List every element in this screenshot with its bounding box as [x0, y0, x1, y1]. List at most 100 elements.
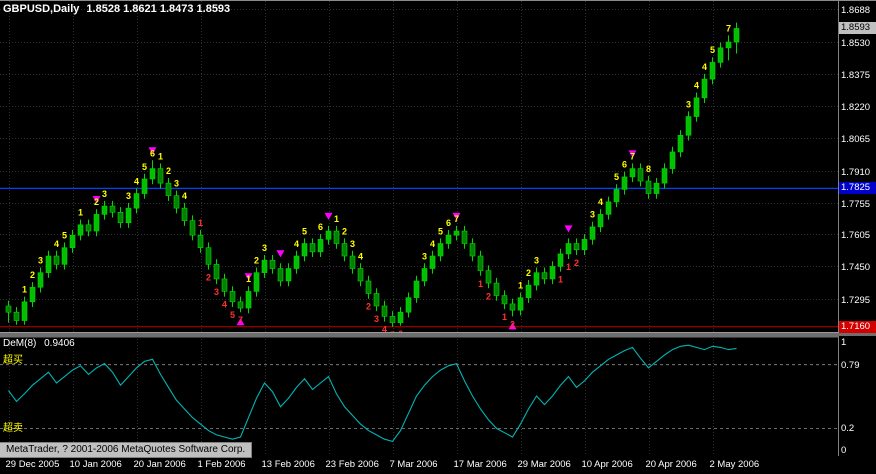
candle [542, 267, 547, 284]
candle-body [486, 271, 491, 283]
date-label: 10 Apr 2006 [582, 459, 633, 470]
date-label: 10 Jan 2006 [70, 459, 122, 470]
candle-body [190, 221, 195, 236]
candle-body [502, 296, 507, 304]
sell-arrow-icon [277, 250, 285, 257]
date-label: 29 Dec 2005 [6, 459, 60, 470]
candle [326, 226, 331, 245]
count-annotation: 3 [686, 99, 691, 109]
count-annotation: 7 [238, 315, 243, 325]
candle-body [614, 189, 619, 201]
current-price-badge: 1.8593 [839, 22, 876, 34]
price-axis-label: 1.8065 [841, 134, 870, 145]
candle-body [494, 283, 499, 295]
candle [126, 203, 131, 228]
candle [214, 259, 219, 284]
metatrader-chart-window: GBPUSD,Daily1.8528 1.8621 1.8473 1.8593 … [0, 0, 876, 474]
oversold-label: 超卖 [3, 419, 23, 434]
date-label: 29 Mar 2006 [518, 459, 571, 470]
candle-body [702, 79, 707, 98]
count-annotation: 2 [166, 166, 171, 176]
count-annotation: 1 [518, 280, 523, 290]
candle [406, 292, 411, 317]
count-annotation: 2 [366, 302, 371, 312]
candle [70, 230, 75, 253]
price-axis-label: 1.7295 [841, 295, 870, 306]
candle-body [206, 248, 211, 265]
candle [294, 251, 299, 274]
candle-body [278, 269, 283, 281]
candle-body [414, 281, 419, 298]
candle-body [518, 298, 523, 310]
candle [38, 267, 43, 292]
candle [734, 23, 739, 54]
candle-body [54, 256, 59, 264]
candle-body [22, 302, 27, 321]
count-annotation: 1 [158, 151, 163, 161]
candle-body [38, 273, 43, 288]
candle [662, 163, 667, 188]
pane-divider[interactable] [0, 332, 876, 338]
count-annotation: 3 [126, 191, 131, 201]
candle-body [726, 42, 731, 48]
count-annotation: 4 [54, 239, 59, 249]
indicator-label: DeM(8) 0.9406 [3, 338, 75, 349]
price-axis[interactable]: 1.8593 1.7825 1.7160 1.86881.85301.83751… [838, 1, 876, 332]
candle-body [422, 269, 427, 281]
count-annotation: 3 [590, 210, 595, 220]
date-label: 13 Feb 2006 [262, 459, 315, 470]
price-chart[interactable]: 1234512334561234123457123456123423456345… [0, 1, 838, 332]
candle [302, 238, 307, 261]
candle-body [286, 269, 291, 281]
count-annotation: 5 [302, 226, 307, 236]
candle-body [174, 196, 179, 208]
candle-body [566, 244, 571, 254]
candle [486, 265, 491, 288]
candle [582, 234, 587, 255]
count-annotation: 4 [382, 325, 387, 332]
candle-body [310, 244, 315, 252]
candle-body [6, 306, 11, 312]
count-annotation: 3 [102, 189, 107, 199]
candle-body [606, 202, 611, 214]
time-axis[interactable]: 29 Dec 200510 Jan 200620 Jan 20061 Feb 2… [0, 457, 876, 474]
candle-body [654, 183, 659, 193]
sell-arrow-icon [565, 225, 573, 232]
count-annotation: 1 [246, 274, 251, 284]
candle-body [670, 152, 675, 169]
candle-body [470, 244, 475, 256]
candle [438, 238, 443, 261]
candle-body [62, 248, 67, 265]
count-annotation: 5 [614, 172, 619, 182]
candle [710, 57, 715, 84]
count-annotation: 4 [358, 251, 363, 261]
count-annotation: 4 [134, 176, 139, 186]
indicator-value: 0.9406 [44, 338, 75, 349]
candle [606, 197, 611, 220]
candle-body [222, 279, 227, 291]
price-axis-label: 1.7605 [841, 230, 870, 241]
candle [622, 172, 627, 195]
candle-body [110, 206, 115, 212]
candle [334, 226, 339, 249]
count-annotation: 4 [702, 62, 707, 72]
indicator-chart[interactable] [0, 336, 838, 456]
candle [310, 238, 315, 257]
indicator-axis[interactable]: 10.790.20 [838, 336, 876, 456]
candle-body [118, 212, 123, 222]
candle-body [718, 48, 723, 63]
count-annotation: 4 [182, 191, 187, 201]
count-annotation: 1 [198, 218, 203, 228]
candle [142, 174, 147, 199]
candle [198, 230, 203, 253]
candle-body [534, 273, 539, 285]
ohlc-quote: 1.8528 1.8621 1.8473 1.8593 [86, 3, 230, 15]
candle [574, 238, 579, 255]
count-annotation: 1 [22, 285, 27, 295]
count-annotation: 3 [534, 255, 539, 265]
candle-body [270, 260, 275, 268]
candle [350, 251, 355, 274]
candle [390, 311, 395, 327]
count-annotation: 2 [574, 258, 579, 268]
candle [342, 238, 347, 261]
